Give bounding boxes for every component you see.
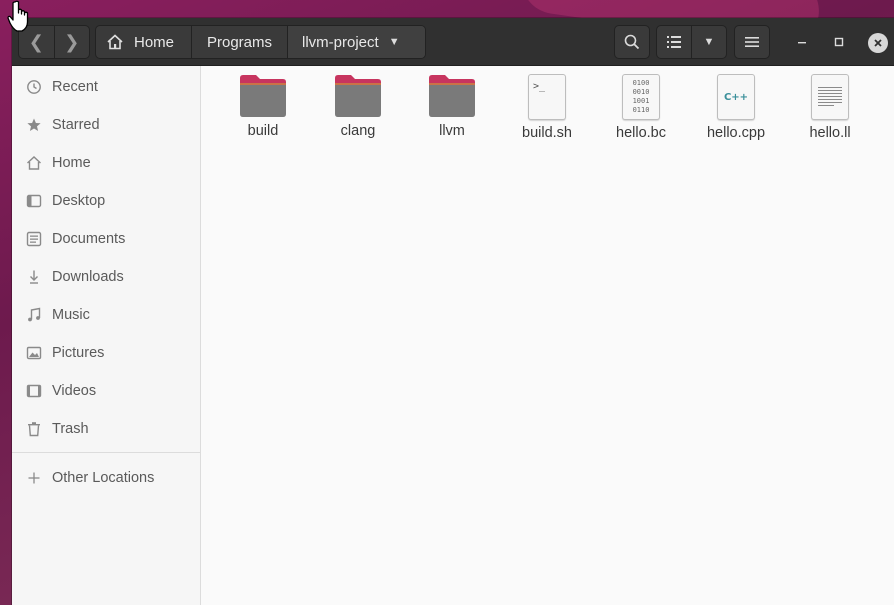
file-item-hello-bc[interactable]: 0100 0010 1001 0110 hello.bc [594,74,688,141]
home-icon [107,34,123,50]
picture-icon [26,345,42,361]
sidebar-item-recent[interactable]: Recent [12,68,200,106]
document-icon [26,231,42,247]
breadcrumb-current-label: llvm-project [302,33,379,51]
sidebar-item-label: Music [52,307,90,323]
sidebar-item-videos[interactable]: Videos [12,372,200,410]
cpp-file-icon: C++ [717,74,755,120]
breadcrumb-home-label: Home [134,33,175,51]
home-icon [26,155,42,171]
view-toggle-group: ▼ [656,25,727,59]
sidebar-item-label: Home [52,155,91,171]
minimize-button[interactable] [792,32,812,52]
chevron-down-icon: ▼ [388,36,400,48]
search-button[interactable] [614,25,650,59]
file-item-build-sh[interactable]: >_ build.sh [500,74,594,141]
plus-icon [26,470,42,486]
file-name: clang [340,123,376,139]
forward-button[interactable]: ❯ [53,26,90,58]
hand-cursor-icon [7,0,29,32]
sidebar-item-label: Recent [52,79,98,95]
sidebar-item-label: Documents [52,231,126,247]
file-name: hello.ll [809,125,851,141]
text-lines-icon [818,87,842,106]
file-name: hello.cpp [706,125,766,141]
text-file-icon [811,74,849,120]
clock-icon [26,79,42,95]
file-item-clang[interactable]: clang [311,74,405,139]
breadcrumb-programs[interactable]: Programs [192,26,288,58]
file-name: llvm [439,123,465,139]
sidebar-item-documents[interactable]: Documents [12,220,200,258]
sidebar-item-pictures[interactable]: Pictures [12,334,200,372]
file-item-llvm[interactable]: llvm [405,74,499,139]
desktop-icon [26,193,42,209]
file-item-hello-ll[interactable]: hello.ll [783,74,877,141]
view-options-button[interactable]: ▼ [691,26,726,58]
file-view: build clang llvm >_ build.sh 0100 0010 1… [202,66,894,605]
binary-glyph: 0100 0010 1001 0110 [632,79,650,114]
file-item-hello-cpp[interactable]: C++ hello.cpp [689,74,783,141]
close-icon [874,39,882,47]
file-name: hello.bc [616,125,666,141]
file-name: build.sh [522,125,572,141]
maximize-icon [834,37,844,47]
sidebar-item-label: Downloads [52,269,124,285]
sidebar-item-home[interactable]: Home [12,144,200,182]
sidebar-item-label: Videos [52,383,97,399]
breadcrumb-current[interactable]: llvm-project ▼ [288,26,425,58]
breadcrumb-home[interactable]: Home [96,26,192,58]
breadcrumb-programs-label: Programs [206,33,273,51]
script-glyph: >_ [533,81,546,92]
trash-icon [26,421,42,437]
sidebar-item-trash[interactable]: Trash [12,410,200,448]
list-view-icon [667,36,681,48]
close-button[interactable] [868,33,888,53]
file-manager-window: ❮ ❯ Home Programs llvm-project ▼ ▼ Recen… [12,18,894,605]
script-file-icon: >_ [528,74,566,120]
download-icon [26,269,42,285]
minimize-icon [798,42,806,44]
maximize-button[interactable] [829,32,849,52]
folder-icon [335,75,381,117]
header-bar: ❮ ❯ Home Programs llvm-project ▼ ▼ [12,18,894,66]
cpp-glyph: C++ [723,91,749,103]
chevron-down-icon: ▼ [703,36,715,48]
search-icon [624,34,640,50]
sidebar-divider [12,452,200,453]
music-icon [26,307,42,323]
star-icon [26,117,42,133]
sidebar-item-label: Trash [52,421,89,437]
sidebar-item-label: Pictures [52,345,105,361]
sidebar-item-label: Starred [52,117,100,133]
binary-file-icon: 0100 0010 1001 0110 [622,74,660,120]
path-bar: Home Programs llvm-project ▼ [95,25,426,59]
sidebar-item-downloads[interactable]: Downloads [12,258,200,296]
sidebar-item-desktop[interactable]: Desktop [12,182,200,220]
hamburger-menu-icon [745,37,759,47]
sidebar-item-other-locations[interactable]: Other Locations [12,459,200,497]
sidebar-item-music[interactable]: Music [12,296,200,334]
file-name: build [247,123,279,139]
sidebar-item-label: Other Locations [52,470,155,486]
folder-icon [429,75,475,117]
menu-button[interactable] [734,25,770,59]
places-sidebar: Recent Starred Home Desktop Documents Do… [12,66,201,605]
sidebar-item-label: Desktop [52,193,106,209]
folder-icon [240,75,286,117]
sidebar-item-starred[interactable]: Starred [12,106,200,144]
video-icon [26,383,42,399]
file-item-build[interactable]: build [216,74,310,139]
list-view-button[interactable] [657,26,691,58]
